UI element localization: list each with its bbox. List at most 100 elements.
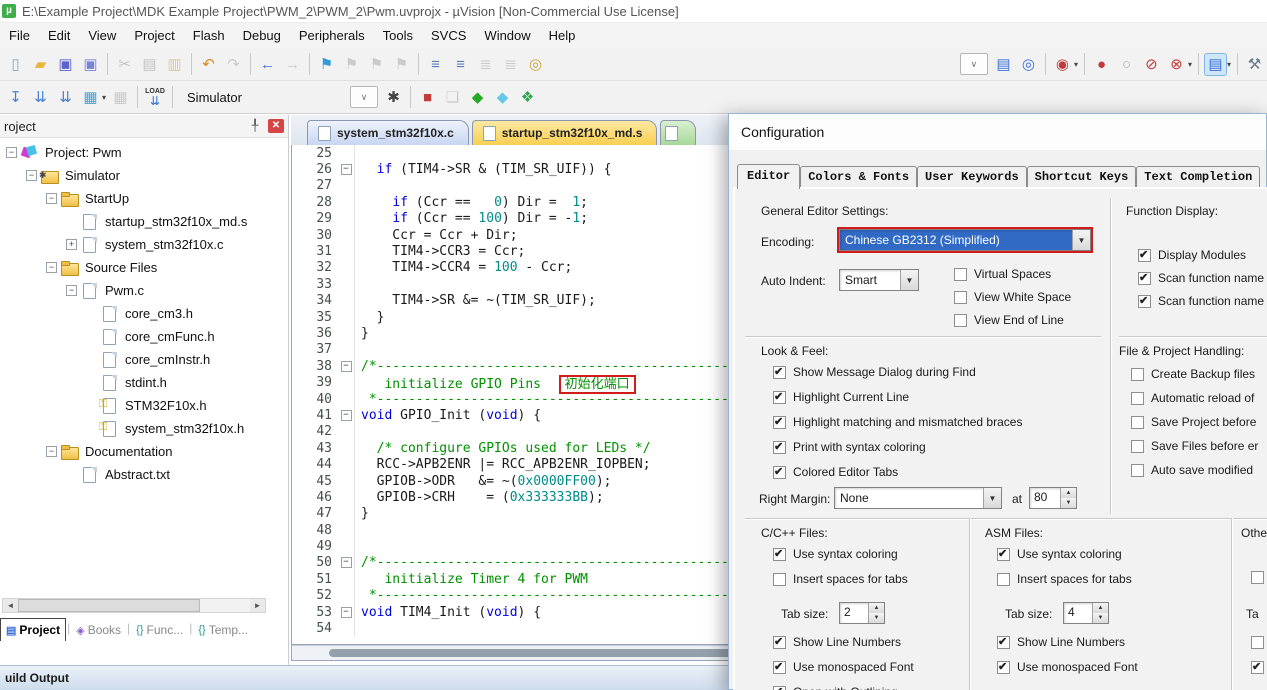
look-feel-option-checkbox[interactable]	[773, 465, 786, 479]
other-files-checkbox[interactable]	[1251, 660, 1264, 674]
manage-layers-icon[interactable]: ❏	[441, 86, 464, 109]
general-option-checkbox[interactable]	[954, 313, 967, 327]
tree-item-stm32f10x-h[interactable]: STM32F10x.h	[0, 394, 278, 417]
c-files-option-checkbox[interactable]	[773, 660, 786, 674]
download-load-icon[interactable]: LOAD ⇊	[142, 84, 168, 110]
breakpoint-kill-all-icon-dropdown-arrow[interactable]: ▾	[1188, 60, 1192, 69]
navigate-forward-icon[interactable]: →	[281, 53, 304, 76]
paste-icon[interactable]: ▥	[163, 53, 186, 76]
look-feel-option-checkbox[interactable]	[773, 415, 786, 429]
file-handling-option-checkbox[interactable]	[1131, 391, 1144, 405]
fold-toggle-icon[interactable]: −	[338, 603, 355, 621]
menu-debug[interactable]: Debug	[234, 25, 290, 46]
find-in-files-icon[interactable]: ◎	[524, 53, 547, 76]
tree-item-stdint-h[interactable]: stdint.h	[0, 371, 278, 394]
tree-item-core-cm3-h[interactable]: core_cm3.h	[0, 302, 278, 325]
c-files-option-checkbox[interactable]	[773, 572, 786, 586]
tree-expander-icon[interactable]: −	[46, 446, 57, 457]
target-select-value[interactable]: Simulator	[187, 90, 337, 105]
stop-build-icon[interactable]: ▦	[109, 86, 132, 109]
pin-icon[interactable]: ╀	[248, 119, 262, 133]
menu-file[interactable]: File	[0, 25, 39, 46]
menu-view[interactable]: View	[79, 25, 125, 46]
target-dropdown[interactable]: ∨	[350, 86, 379, 108]
options-for-target-icon[interactable]: ✱	[382, 86, 405, 109]
window-layout-icon[interactable]: ▤	[1203, 52, 1227, 76]
indent-icon[interactable]: ≡	[449, 53, 472, 76]
fold-toggle-icon[interactable]: −	[338, 358, 355, 375]
manage-rte-icon[interactable]: ■	[416, 86, 439, 109]
fold-minus-icon[interactable]: −	[340, 164, 352, 176]
c-files-option-checkbox[interactable]	[773, 547, 786, 561]
right-margin-combobox[interactable]: None ▼	[834, 487, 1002, 509]
tree-item-abstract-txt[interactable]: Abstract.txt	[0, 463, 278, 486]
fold-toggle-icon[interactable]: −	[338, 407, 355, 424]
menu-window[interactable]: Window	[475, 25, 539, 46]
tree-expander-icon[interactable]: +	[66, 239, 77, 250]
right-margin-dropdown-arrow[interactable]: ▼	[983, 488, 1001, 508]
menu-edit[interactable]: Edit	[39, 25, 79, 46]
tree-item-documentation[interactable]: − Documentation	[0, 440, 278, 463]
tree-item-source-files[interactable]: − Source Files	[0, 256, 278, 279]
c-files-option-checkbox[interactable]	[773, 635, 786, 649]
scroll-right-arrow[interactable]: ►	[250, 599, 265, 612]
tree-item-pwm-c[interactable]: − Pwm.c	[0, 279, 278, 302]
editor-tab-startup-stm32f10x-md-s[interactable]: startup_stm32f10x_md.s	[471, 120, 658, 145]
spin-up-arrow[interactable]: ▲	[1061, 488, 1076, 498]
bookmark-prev-icon[interactable]: ⚑	[340, 53, 363, 76]
spin-down-arrow[interactable]: ▼	[1061, 498, 1076, 508]
comment-icon[interactable]: ≣	[474, 53, 497, 76]
asm-tab-size-spinner[interactable]: 4 ▲ ▼	[1063, 602, 1109, 624]
scroll-left-arrow[interactable]: ◄	[3, 599, 18, 612]
other-files-checkbox[interactable]	[1251, 635, 1264, 649]
batch-build-icon[interactable]: ▦	[79, 86, 102, 109]
panel-tab-func[interactable]: {} Func...	[131, 619, 188, 641]
look-feel-option-checkbox[interactable]	[773, 390, 786, 404]
look-feel-option-checkbox[interactable]	[773, 365, 786, 379]
fold-minus-icon[interactable]: −	[340, 606, 352, 618]
general-option-checkbox[interactable]	[954, 267, 967, 281]
tree-expander-icon[interactable]: −	[46, 193, 57, 204]
bookmark-next-icon[interactable]: ⚑	[365, 53, 388, 76]
project-tree-hscrollbar[interactable]: ◄ ►	[2, 598, 266, 613]
save-all-icon[interactable]: ▣	[79, 53, 102, 76]
menu-flash[interactable]: Flash	[184, 25, 234, 46]
fold-minus-icon[interactable]: −	[340, 557, 352, 569]
encoding-combobox[interactable]: Chinese GB2312 (Simplified) ▼	[837, 227, 1093, 253]
tree-expander-icon[interactable]: −	[26, 170, 37, 181]
translate-file-icon[interactable]: ↧	[4, 86, 27, 109]
dialog-tab-colors-fonts[interactable]: Colors & Fonts	[800, 166, 918, 188]
file-handling-option-checkbox[interactable]	[1131, 439, 1144, 453]
breakpoint-insert-icon[interactable]: ●	[1090, 53, 1113, 76]
menu-svcs[interactable]: SVCS	[422, 25, 475, 46]
update-window-icon[interactable]: ◆	[466, 86, 489, 109]
tree-expander-icon[interactable]: −	[46, 262, 57, 273]
uncomment-icon[interactable]: ≣	[499, 53, 522, 76]
search-magnifier-icon[interactable]: ◉	[1051, 53, 1074, 76]
breakpoint-enable-icon[interactable]: ○	[1115, 53, 1138, 76]
spin-down-arrow[interactable]: ▼	[1093, 613, 1108, 623]
editor-tab-partial[interactable]	[660, 120, 697, 145]
configuration-wrench-icon[interactable]: ⚒	[1243, 53, 1266, 76]
cut-icon[interactable]: ✂	[113, 53, 136, 76]
spin-up-arrow[interactable]: ▲	[1093, 603, 1108, 613]
function-display-option-checkbox[interactable]	[1138, 271, 1151, 285]
file-handling-option-checkbox[interactable]	[1131, 367, 1144, 381]
general-option-checkbox[interactable]	[954, 290, 967, 304]
tree-item-simulator[interactable]: − Simulator	[0, 164, 278, 187]
editor-tab-system-stm32f10x-c[interactable]: system_stm32f10x.c	[307, 120, 469, 145]
redo-icon[interactable]: ↷	[222, 53, 245, 76]
panel-tab-temp[interactable]: {} Temp...	[193, 619, 253, 641]
look-feel-option-checkbox[interactable]	[773, 440, 786, 454]
panel-tab-books[interactable]: ◈ Books	[71, 619, 126, 641]
unindent-icon[interactable]: ≡	[424, 53, 447, 76]
function-display-option-checkbox[interactable]	[1138, 248, 1151, 262]
asm-files-option-checkbox[interactable]	[997, 547, 1010, 561]
breakpoint-kill-all-icon[interactable]: ⊗	[1165, 53, 1188, 76]
menu-tools[interactable]: Tools	[374, 25, 422, 46]
right-margin-column-spinner[interactable]: 80 ▲ ▼	[1029, 487, 1077, 509]
window-layout-icon-dropdown-arrow[interactable]: ▾	[1227, 60, 1231, 69]
rebuild-icon[interactable]: ⇊	[54, 86, 77, 109]
build-icon[interactable]: ⇊	[29, 86, 52, 109]
tree-item-system-stm32f10x-c[interactable]: + system_stm32f10x.c	[0, 233, 278, 256]
